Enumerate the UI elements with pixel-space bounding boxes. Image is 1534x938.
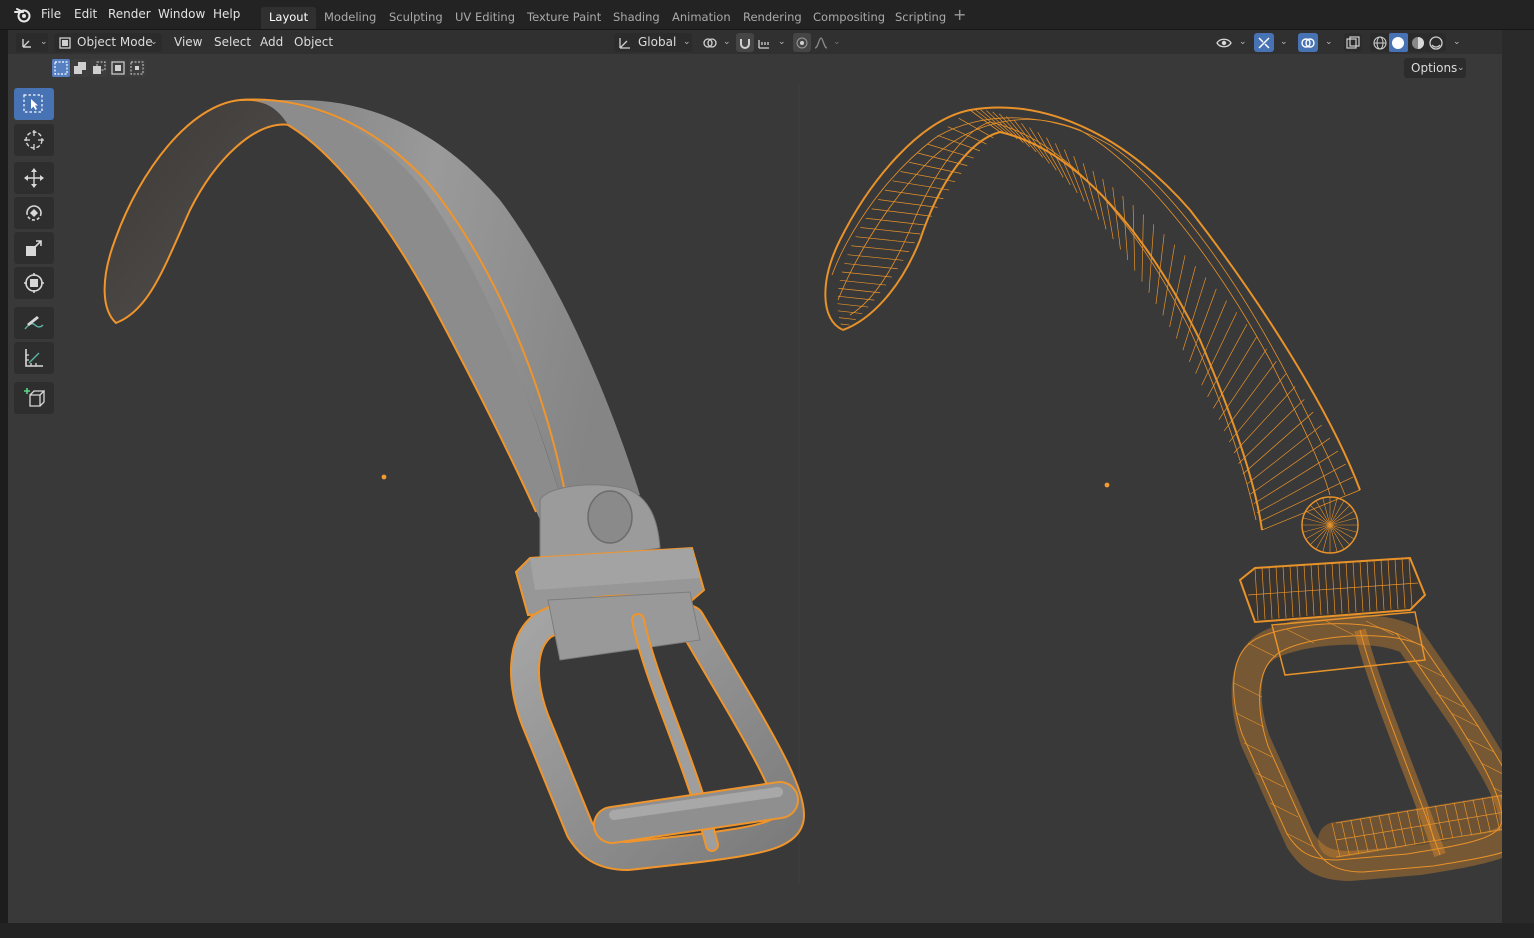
- wire-edge: [1256, 463, 1346, 514]
- tab-compositing[interactable]: Compositing: [805, 7, 893, 29]
- wire-edge: [1233, 386, 1296, 454]
- wire-edge: [860, 227, 921, 235]
- menu-file[interactable]: File: [41, 7, 61, 21]
- tab-layout[interactable]: Layout: [261, 7, 317, 29]
- wireframe-belt-model[interactable]: [824, 106, 1502, 882]
- tab-sculpting[interactable]: Sculpting: [381, 7, 451, 29]
- wire-edge: [999, 113, 1030, 148]
- menu-help[interactable]: Help: [213, 7, 240, 21]
- menu-edit[interactable]: Edit: [74, 7, 97, 21]
- wire-edge: [837, 295, 875, 301]
- tab-texture-paint[interactable]: Texture Paint: [519, 7, 609, 29]
- wire-edge: [1228, 373, 1287, 443]
- status-bar: [0, 923, 1534, 938]
- wire-edge: [1155, 234, 1165, 305]
- wire-edge: [1238, 399, 1305, 464]
- top-bar: File Edit Render Window Help Layout Mode…: [0, 0, 1534, 30]
- wire-edge: [885, 189, 944, 200]
- tab-shading[interactable]: Shading: [605, 7, 668, 29]
- wire-edge: [1259, 476, 1354, 522]
- wire-edge: [900, 171, 956, 183]
- wire-edge: [1329, 517, 1358, 526]
- wire-edge: [892, 180, 950, 191]
- wire-edge: [1102, 178, 1114, 240]
- wire-edge: [1246, 424, 1322, 485]
- wire-edge: [908, 161, 962, 174]
- wire-edge: [840, 323, 850, 326]
- wire-edge: [847, 254, 904, 261]
- wire-edge: [1329, 524, 1358, 533]
- wire-edge: [1223, 361, 1277, 432]
- wire-edge: [838, 317, 856, 320]
- menu-render[interactable]: Render: [108, 7, 151, 21]
- wire-edge: [917, 152, 968, 166]
- tab-animation[interactable]: Animation: [664, 7, 739, 29]
- viewport-side-strip: [1502, 30, 1534, 923]
- wire-edge: [1037, 132, 1064, 178]
- wire-edge: [871, 208, 932, 217]
- wire-edge: [1242, 411, 1314, 475]
- tab-rendering[interactable]: Rendering: [735, 7, 810, 29]
- wire-edge: [1329, 524, 1338, 553]
- wire-edge: [1132, 205, 1136, 271]
- add-workspace-icon[interactable]: +: [953, 5, 966, 24]
- tab-modeling[interactable]: Modeling: [316, 7, 384, 29]
- wire-edge: [878, 199, 938, 208]
- wire-edge: [865, 217, 927, 226]
- tab-scripting[interactable]: Scripting: [887, 7, 954, 29]
- menu-window[interactable]: Window: [158, 7, 205, 21]
- wire-edge: [1112, 187, 1121, 250]
- rivet-hatch: [1302, 497, 1358, 553]
- wire-edge: [837, 310, 863, 314]
- wire-edge: [980, 109, 1012, 137]
- strap-hatch: [837, 109, 1361, 531]
- wire-edge: [1195, 300, 1227, 374]
- blender-window: File Edit Render Window Help Layout Mode…: [0, 0, 1534, 938]
- wire-edge: [1302, 517, 1331, 526]
- wire-edge: [1302, 524, 1331, 533]
- wire-edge: [1253, 450, 1339, 504]
- wire-edge: [1046, 137, 1071, 186]
- wire-edge: [1122, 195, 1129, 260]
- wire-edge: [1201, 312, 1238, 386]
- wire-edge: [839, 279, 887, 286]
- blender-logo-icon[interactable]: [14, 7, 32, 23]
- wire-edge: [1322, 524, 1331, 553]
- tab-uv-editing[interactable]: UV Editing: [447, 7, 523, 29]
- wire-edge: [1162, 244, 1175, 316]
- object-origin-left: [381, 474, 387, 480]
- wire-edge: [1013, 119, 1044, 158]
- wire-edge: [1092, 170, 1107, 230]
- wire-edge: [838, 288, 881, 294]
- 3d-viewport[interactable]: ⌄ Object Mode ⌄ View Select Add Object G…: [8, 30, 1502, 923]
- scene-canvas: [103, 98, 1502, 882]
- wire-edge: [851, 245, 910, 252]
- wire-edge: [1021, 123, 1050, 164]
- wire-edge: [1322, 497, 1331, 526]
- wire-edge: [1250, 437, 1331, 495]
- object-origin-right: [1104, 482, 1110, 488]
- solid-belt-model[interactable]: [103, 98, 805, 871]
